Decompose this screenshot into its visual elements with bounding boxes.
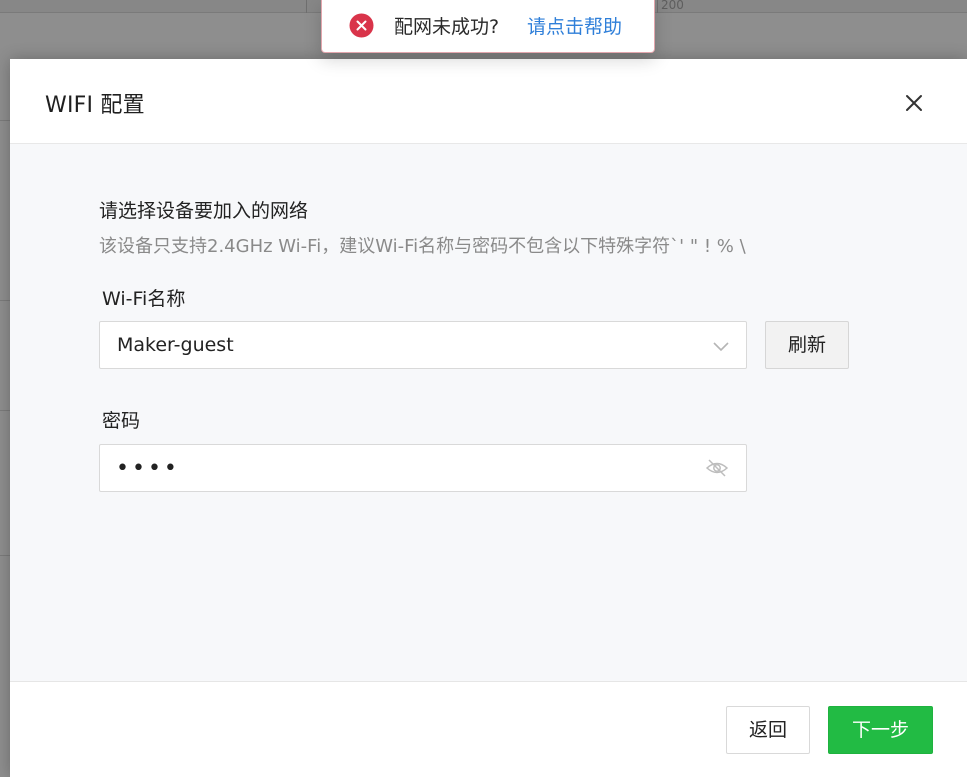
password-input[interactable] — [116, 445, 696, 491]
eye-hidden-icon[interactable] — [705, 458, 729, 478]
error-circle-icon — [349, 13, 374, 38]
wifi-config-dialog: WIFI 配置 请选择设备要加入的网络 该设备只支持2.4GHz Wi-Fi，建… — [10, 59, 967, 777]
password-field-wrapper — [99, 444, 747, 492]
password-label: 密码 — [102, 410, 141, 432]
section-subtitle: 该设备只支持2.4GHz Wi-Fi，建议Wi-Fi名称与密码不包含以下特殊字符… — [99, 236, 746, 257]
dialog-title: WIFI 配置 — [45, 93, 145, 118]
ruler-tick-label: 200 — [661, 0, 684, 12]
wifi-name-label: Wi-Fi名称 — [102, 288, 186, 310]
dialog-footer: 返回 下一步 — [10, 682, 967, 777]
error-toast: 配网未成功? 请点击帮助 — [321, 0, 655, 53]
help-link[interactable]: 请点击帮助 — [527, 12, 622, 39]
chevron-down-icon — [712, 338, 730, 352]
back-button[interactable]: 返回 — [726, 706, 810, 754]
refresh-button[interactable]: 刷新 — [765, 321, 849, 369]
wifi-name-select[interactable]: Maker-guest — [99, 321, 747, 369]
dialog-header: WIFI 配置 — [10, 59, 967, 144]
dialog-body: 请选择设备要加入的网络 该设备只支持2.4GHz Wi-Fi，建议Wi-Fi名称… — [10, 144, 967, 682]
wifi-selected-value: Maker-guest — [117, 334, 234, 356]
close-icon[interactable] — [900, 89, 928, 117]
next-button[interactable]: 下一步 — [828, 706, 933, 754]
section-title: 请选择设备要加入的网络 — [99, 200, 309, 222]
toast-message: 配网未成功? — [394, 16, 500, 38]
